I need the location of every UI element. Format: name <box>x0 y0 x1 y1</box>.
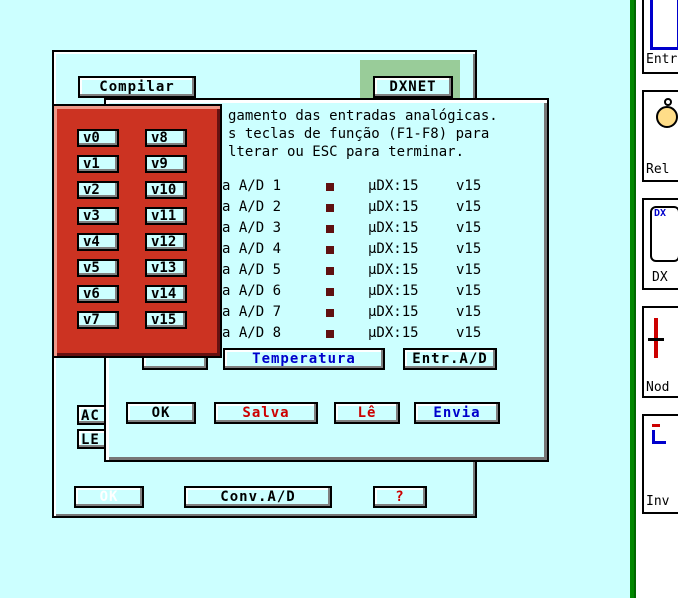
tool-entr-label: Entr <box>646 52 678 67</box>
analog-row[interactable]: a A/D 1 µDX:15 v15 <box>222 178 522 196</box>
inverter-icon <box>652 430 666 444</box>
analog-row-module: µDX:15 <box>368 283 419 299</box>
variable-option[interactable]: v15 <box>145 311 187 329</box>
analog-row-var: v15 <box>456 220 482 236</box>
analog-row-marker <box>326 183 334 191</box>
analog-row-module: µDX:15 <box>368 178 419 194</box>
variable-option[interactable]: v2 <box>77 181 119 199</box>
analog-row-var: v15 <box>456 178 482 194</box>
dxnet-button[interactable]: DXNET <box>373 76 453 98</box>
analog-row-marker <box>326 246 334 254</box>
dx-module-icon: DX <box>650 206 678 262</box>
analog-row-label: a A/D 1 <box>222 178 282 194</box>
variable-option[interactable]: v11 <box>145 207 187 225</box>
analog-row[interactable]: a A/D 7 µDX:15 v15 <box>222 304 522 322</box>
variable-option[interactable]: v9 <box>145 155 187 173</box>
analog-row[interactable]: a A/D 8 µDX:15 v15 <box>222 325 522 343</box>
inverter-icon-plus <box>652 424 660 427</box>
compile-button[interactable]: Compilar <box>78 76 196 98</box>
variable-option[interactable]: v14 <box>145 285 187 303</box>
instruction-line-1: gamento das entradas analógicas. <box>228 108 498 124</box>
analog-row-module: µDX:15 <box>368 304 419 320</box>
clock-icon <box>656 106 678 128</box>
analog-row-marker <box>326 330 334 338</box>
analog-row-module: µDX:15 <box>368 199 419 215</box>
tool-entr[interactable]: Entr <box>642 0 678 74</box>
tool-rel-label: Rel <box>646 162 670 177</box>
analog-row-module: µDX:15 <box>368 325 419 341</box>
help-button[interactable]: ? <box>373 486 427 508</box>
analog-ok-button[interactable]: OK <box>126 402 196 424</box>
analog-row-marker <box>326 288 334 296</box>
tool-rel[interactable]: Rel <box>642 90 678 182</box>
dx-module-icon-label: DX <box>654 208 667 219</box>
instruction-line-2: s teclas de função (F1-F8) para <box>228 126 490 142</box>
analog-row-var: v15 <box>456 199 482 215</box>
entr-ad-button[interactable]: Entr.A/D <box>403 348 497 370</box>
variable-option[interactable]: v12 <box>145 233 187 251</box>
variable-option[interactable]: v10 <box>145 181 187 199</box>
analog-row[interactable]: a A/D 4 µDX:15 v15 <box>222 241 522 259</box>
analog-row[interactable]: a A/D 6 µDX:15 v15 <box>222 283 522 301</box>
analog-row-marker <box>326 309 334 317</box>
tool-nod[interactable]: Nod <box>642 306 678 398</box>
conv-ad-button[interactable]: Conv.A/D <box>184 486 332 508</box>
main-ok-button[interactable]: OK <box>74 486 144 508</box>
tool-entr-icon <box>650 0 678 50</box>
analog-row-label: a A/D 7 <box>222 304 282 320</box>
envia-button[interactable]: Envia <box>414 402 500 424</box>
clock-icon-bell <box>664 98 672 106</box>
le-load-button[interactable]: Lê <box>334 402 400 424</box>
analog-row-module: µDX:15 <box>368 262 419 278</box>
salva-button[interactable]: Salva <box>214 402 318 424</box>
variable-option[interactable]: v7 <box>77 311 119 329</box>
tool-nod-label: Nod <box>646 380 670 395</box>
tool-inv-label: Inv <box>646 494 670 509</box>
analog-row-label: a A/D 2 <box>222 199 282 215</box>
variable-option[interactable]: v5 <box>77 259 119 277</box>
analog-row-var: v15 <box>456 325 482 341</box>
variable-option[interactable]: v13 <box>145 259 187 277</box>
analog-row-label: a A/D 4 <box>222 241 282 257</box>
ground-icon-bar <box>648 338 664 341</box>
analog-row-var: v15 <box>456 262 482 278</box>
tool-inv[interactable]: Inv <box>642 414 678 514</box>
analog-row-var: v15 <box>456 304 482 320</box>
tool-dx[interactable]: DX DX <box>642 198 678 290</box>
analog-row-label: a A/D 8 <box>222 325 282 341</box>
variable-option[interactable]: v6 <box>77 285 119 303</box>
analog-row-var: v15 <box>456 283 482 299</box>
analog-row-marker <box>326 267 334 275</box>
variable-option[interactable]: v1 <box>77 155 119 173</box>
tool-dx-label: DX <box>652 270 668 285</box>
analog-row-module: µDX:15 <box>368 241 419 257</box>
instruction-line-3: lterar ou ESC para terminar. <box>228 144 465 160</box>
variable-option[interactable]: v0 <box>77 129 119 147</box>
analog-row[interactable]: a A/D 3 µDX:15 v15 <box>222 220 522 238</box>
variable-option[interactable]: v8 <box>145 129 187 147</box>
analog-row-label: a A/D 3 <box>222 220 282 236</box>
analog-row-label: a A/D 5 <box>222 262 282 278</box>
variable-option[interactable]: v3 <box>77 207 119 225</box>
analog-row-module: µDX:15 <box>368 220 419 236</box>
analog-row-marker <box>326 225 334 233</box>
analog-row-var: v15 <box>456 241 482 257</box>
analog-row-marker <box>326 204 334 212</box>
temperatura-button[interactable]: Temperatura <box>223 348 385 370</box>
variable-option[interactable]: v4 <box>77 233 119 251</box>
analog-row[interactable]: a A/D 2 µDX:15 v15 <box>222 199 522 217</box>
analog-row[interactable]: a A/D 5 µDX:15 v15 <box>222 262 522 280</box>
analog-row-label: a A/D 6 <box>222 283 282 299</box>
